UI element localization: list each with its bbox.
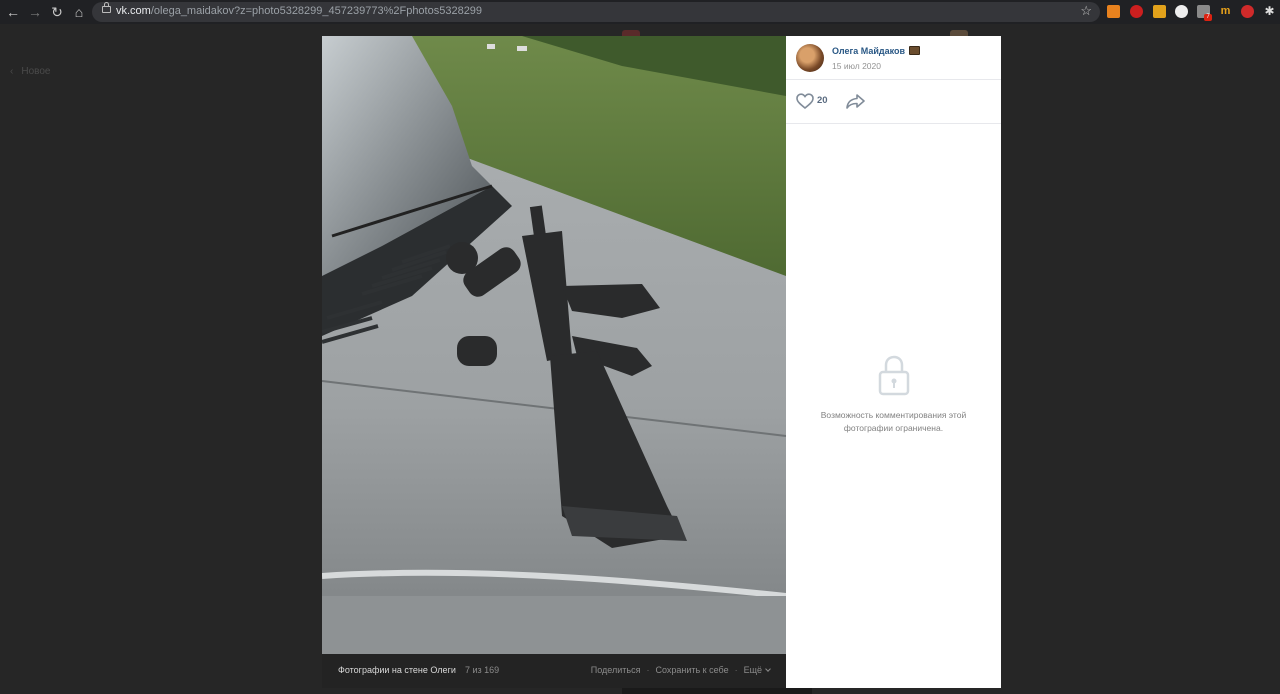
- share-link[interactable]: Поделиться: [591, 665, 641, 675]
- browser-toolbar: ← → ↻ ⌂ vk.com/olega_maidakov?z=photo532…: [0, 0, 1280, 24]
- lock-icon: [878, 355, 910, 396]
- heart-icon[interactable]: [796, 93, 814, 109]
- bookmark-icon[interactable]: [1153, 5, 1166, 18]
- home-icon[interactable]: ⌂: [70, 3, 88, 21]
- photo[interactable]: [322, 36, 786, 654]
- rss-icon[interactable]: [1107, 5, 1120, 18]
- photo-actions: Поделиться · Сохранить к себе · Ещё: [591, 665, 771, 675]
- reload-icon[interactable]: ↻: [48, 3, 66, 21]
- lock-icon: [102, 2, 111, 13]
- puzzle-icon[interactable]: ✱: [1263, 5, 1276, 18]
- extension-badge: 7: [1204, 14, 1212, 21]
- m-icon[interactable]: m: [1219, 5, 1232, 18]
- post-date[interactable]: 15 июл 2020: [832, 61, 881, 71]
- author-name[interactable]: Олега Майдаков: [832, 46, 905, 56]
- bookmark-star-icon[interactable]: ☆: [1080, 3, 1092, 19]
- more-link[interactable]: Ещё: [744, 665, 762, 675]
- avatar[interactable]: [796, 44, 824, 72]
- url-text: vk.com/olega_maidakov?z=photo5328299_457…: [116, 5, 483, 17]
- chevron-down-icon: [765, 666, 771, 672]
- photo-counter: 7 из 169: [465, 665, 500, 675]
- like-count[interactable]: 20: [817, 95, 828, 106]
- author-header: Олега Майдаков 15 июл 2020: [786, 36, 1001, 80]
- briefcase-icon: [909, 46, 921, 55]
- photo-side-panel: Олега Майдаков 15 июл 2020 20 Возможност…: [786, 36, 1001, 688]
- share-icon[interactable]: [846, 93, 866, 109]
- separator: ·: [734, 665, 738, 675]
- separator: ·: [646, 665, 650, 675]
- album-link[interactable]: Фотографии на стене Олеги: [338, 665, 456, 675]
- forward-arrow-icon[interactable]: →: [26, 3, 44, 21]
- opera-icon[interactable]: [1241, 5, 1254, 18]
- back-link[interactable]: ‹ Новое: [10, 66, 50, 77]
- save-link[interactable]: Сохранить к себе: [655, 665, 728, 675]
- background-element: [622, 688, 812, 694]
- photo-info-bar: Фотографии на стене Олеги 7 из 169 Подел…: [322, 654, 786, 688]
- post-actions: 20: [786, 80, 1001, 124]
- photo-image: [322, 36, 786, 654]
- extension-circle-icon[interactable]: [1175, 5, 1188, 18]
- back-arrow-icon[interactable]: ←: [4, 3, 22, 21]
- extension-red-icon[interactable]: [1130, 5, 1143, 18]
- address-bar[interactable]: vk.com/olega_maidakov?z=photo5328299_457…: [92, 2, 1100, 22]
- comments-restricted-message: Возможность комментирования этой фотогра…: [820, 410, 967, 433]
- author-name-container: Олега Майдаков: [832, 46, 921, 56]
